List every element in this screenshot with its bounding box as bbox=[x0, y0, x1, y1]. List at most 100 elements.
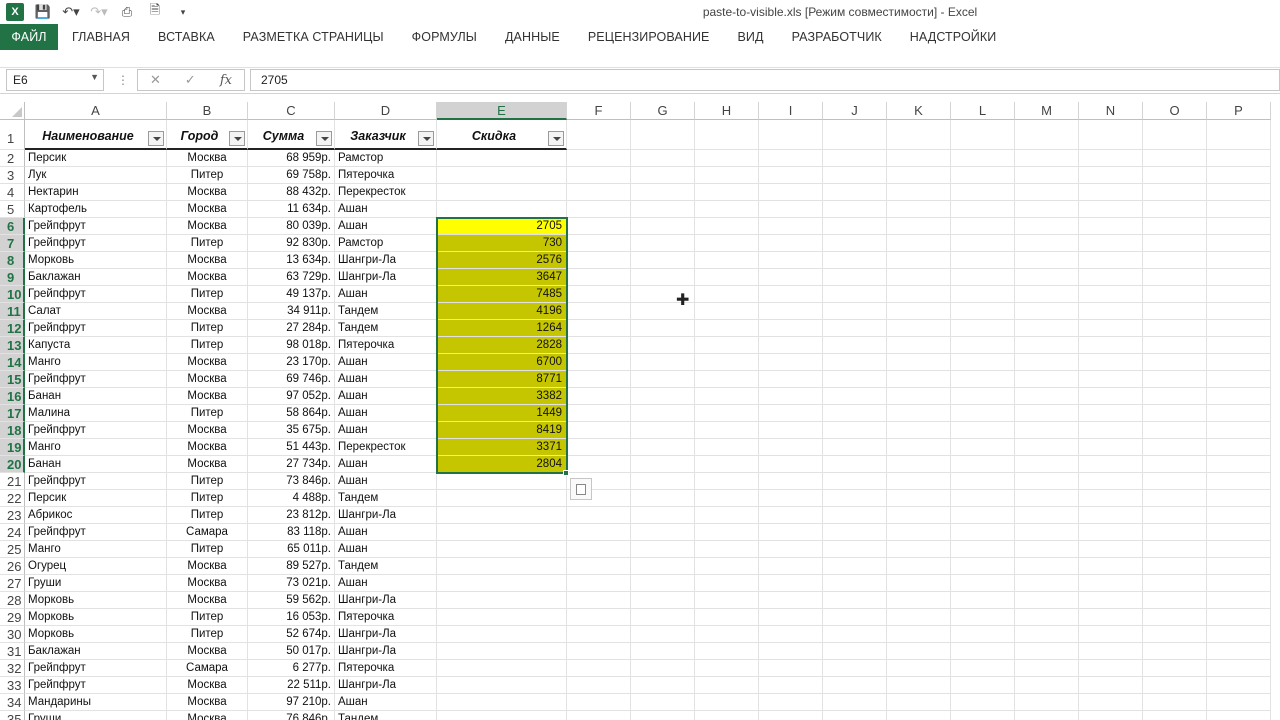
empty-cell[interactable] bbox=[951, 422, 1015, 439]
empty-cell[interactable] bbox=[1207, 626, 1271, 643]
data-cell[interactable]: 88 432р. bbox=[248, 184, 335, 201]
empty-cell[interactable] bbox=[759, 405, 823, 422]
empty-cell[interactable] bbox=[1015, 541, 1079, 558]
empty-cell[interactable] bbox=[695, 218, 759, 235]
empty-cell[interactable] bbox=[951, 201, 1015, 218]
empty-cell[interactable] bbox=[823, 120, 887, 150]
empty-cell[interactable] bbox=[823, 303, 887, 320]
empty-cell[interactable] bbox=[1143, 184, 1207, 201]
empty-cell[interactable] bbox=[887, 422, 951, 439]
column-header-g[interactable]: G bbox=[631, 102, 695, 120]
empty-cell[interactable] bbox=[759, 201, 823, 218]
empty-cell[interactable] bbox=[567, 235, 631, 252]
empty-cell[interactable] bbox=[631, 456, 695, 473]
empty-cell[interactable] bbox=[1207, 558, 1271, 575]
data-cell[interactable]: Питер bbox=[167, 490, 248, 507]
row-header[interactable]: 33 bbox=[0, 677, 25, 694]
empty-cell[interactable] bbox=[631, 269, 695, 286]
empty-cell[interactable] bbox=[695, 439, 759, 456]
empty-cell[interactable] bbox=[567, 643, 631, 660]
empty-cell[interactable] bbox=[1143, 354, 1207, 371]
empty-cell[interactable] bbox=[1207, 541, 1271, 558]
data-cell[interactable]: 27 284р. bbox=[248, 320, 335, 337]
empty-cell[interactable] bbox=[951, 660, 1015, 677]
empty-cell[interactable] bbox=[1143, 167, 1207, 184]
row-header[interactable]: 24 bbox=[0, 524, 25, 541]
row-header[interactable]: 18 bbox=[0, 422, 25, 439]
empty-cell[interactable] bbox=[1143, 524, 1207, 541]
empty-cell[interactable] bbox=[1079, 320, 1143, 337]
header-cell[interactable]: Наименование bbox=[25, 120, 167, 150]
empty-cell[interactable] bbox=[1079, 218, 1143, 235]
empty-cell[interactable] bbox=[1143, 120, 1207, 150]
empty-cell[interactable] bbox=[631, 558, 695, 575]
empty-cell[interactable] bbox=[1015, 218, 1079, 235]
empty-cell[interactable] bbox=[1015, 167, 1079, 184]
empty-cell[interactable] bbox=[823, 524, 887, 541]
data-cell[interactable]: Манго bbox=[25, 354, 167, 371]
empty-cell[interactable] bbox=[1079, 422, 1143, 439]
data-cell[interactable]: Тандем bbox=[335, 558, 437, 575]
empty-cell[interactable] bbox=[1015, 235, 1079, 252]
empty-cell[interactable] bbox=[1207, 507, 1271, 524]
empty-cell[interactable] bbox=[1143, 201, 1207, 218]
empty-cell[interactable] bbox=[1207, 473, 1271, 490]
data-cell[interactable] bbox=[437, 592, 567, 609]
data-cell[interactable] bbox=[437, 201, 567, 218]
data-cell[interactable]: 23 170р. bbox=[248, 354, 335, 371]
tab-2[interactable]: ВСТАВКА bbox=[144, 24, 229, 50]
empty-cell[interactable] bbox=[951, 541, 1015, 558]
empty-cell[interactable] bbox=[631, 167, 695, 184]
header-cell[interactable]: Заказчик bbox=[335, 120, 437, 150]
data-cell[interactable]: Москва bbox=[167, 201, 248, 218]
data-cell[interactable]: Ашан bbox=[335, 473, 437, 490]
data-cell[interactable] bbox=[437, 609, 567, 626]
empty-cell[interactable] bbox=[887, 252, 951, 269]
empty-cell[interactable] bbox=[1143, 694, 1207, 711]
data-cell[interactable]: 89 527р. bbox=[248, 558, 335, 575]
empty-cell[interactable] bbox=[1143, 422, 1207, 439]
empty-cell[interactable] bbox=[1015, 252, 1079, 269]
data-cell[interactable]: Ашан bbox=[335, 456, 437, 473]
row-header[interactable]: 16 bbox=[0, 388, 25, 405]
data-cell[interactable]: 27 734р. bbox=[248, 456, 335, 473]
empty-cell[interactable] bbox=[759, 660, 823, 677]
empty-cell[interactable] bbox=[1015, 575, 1079, 592]
empty-cell[interactable] bbox=[631, 371, 695, 388]
empty-cell[interactable] bbox=[1207, 643, 1271, 660]
empty-cell[interactable] bbox=[759, 439, 823, 456]
data-cell[interactable] bbox=[437, 150, 567, 167]
empty-cell[interactable] bbox=[567, 694, 631, 711]
empty-cell[interactable] bbox=[823, 626, 887, 643]
empty-cell[interactable] bbox=[887, 643, 951, 660]
empty-cell[interactable] bbox=[759, 643, 823, 660]
empty-cell[interactable] bbox=[695, 422, 759, 439]
discount-cell[interactable]: 1449 bbox=[437, 405, 567, 422]
row-header[interactable]: 32 bbox=[0, 660, 25, 677]
data-cell[interactable]: Питер bbox=[167, 609, 248, 626]
empty-cell[interactable] bbox=[951, 558, 1015, 575]
empty-cell[interactable] bbox=[887, 677, 951, 694]
empty-cell[interactable] bbox=[951, 388, 1015, 405]
data-cell[interactable]: Москва bbox=[167, 592, 248, 609]
data-cell[interactable] bbox=[437, 643, 567, 660]
header-cell[interactable]: Скидка bbox=[437, 120, 567, 150]
data-cell[interactable]: Персик bbox=[25, 490, 167, 507]
data-cell[interactable]: Шангри-Ла bbox=[335, 269, 437, 286]
empty-cell[interactable] bbox=[1015, 337, 1079, 354]
empty-cell[interactable] bbox=[951, 303, 1015, 320]
empty-cell[interactable] bbox=[1079, 711, 1143, 720]
empty-cell[interactable] bbox=[1143, 337, 1207, 354]
empty-cell[interactable] bbox=[823, 473, 887, 490]
empty-cell[interactable] bbox=[1079, 120, 1143, 150]
empty-cell[interactable] bbox=[631, 201, 695, 218]
empty-cell[interactable] bbox=[1079, 405, 1143, 422]
empty-cell[interactable] bbox=[1015, 422, 1079, 439]
empty-cell[interactable] bbox=[823, 575, 887, 592]
data-cell[interactable]: Шангри-Ла bbox=[335, 677, 437, 694]
empty-cell[interactable] bbox=[567, 677, 631, 694]
discount-cell[interactable]: 2705 bbox=[437, 218, 567, 235]
empty-cell[interactable] bbox=[1207, 150, 1271, 167]
empty-cell[interactable] bbox=[567, 422, 631, 439]
data-cell[interactable] bbox=[437, 711, 567, 720]
